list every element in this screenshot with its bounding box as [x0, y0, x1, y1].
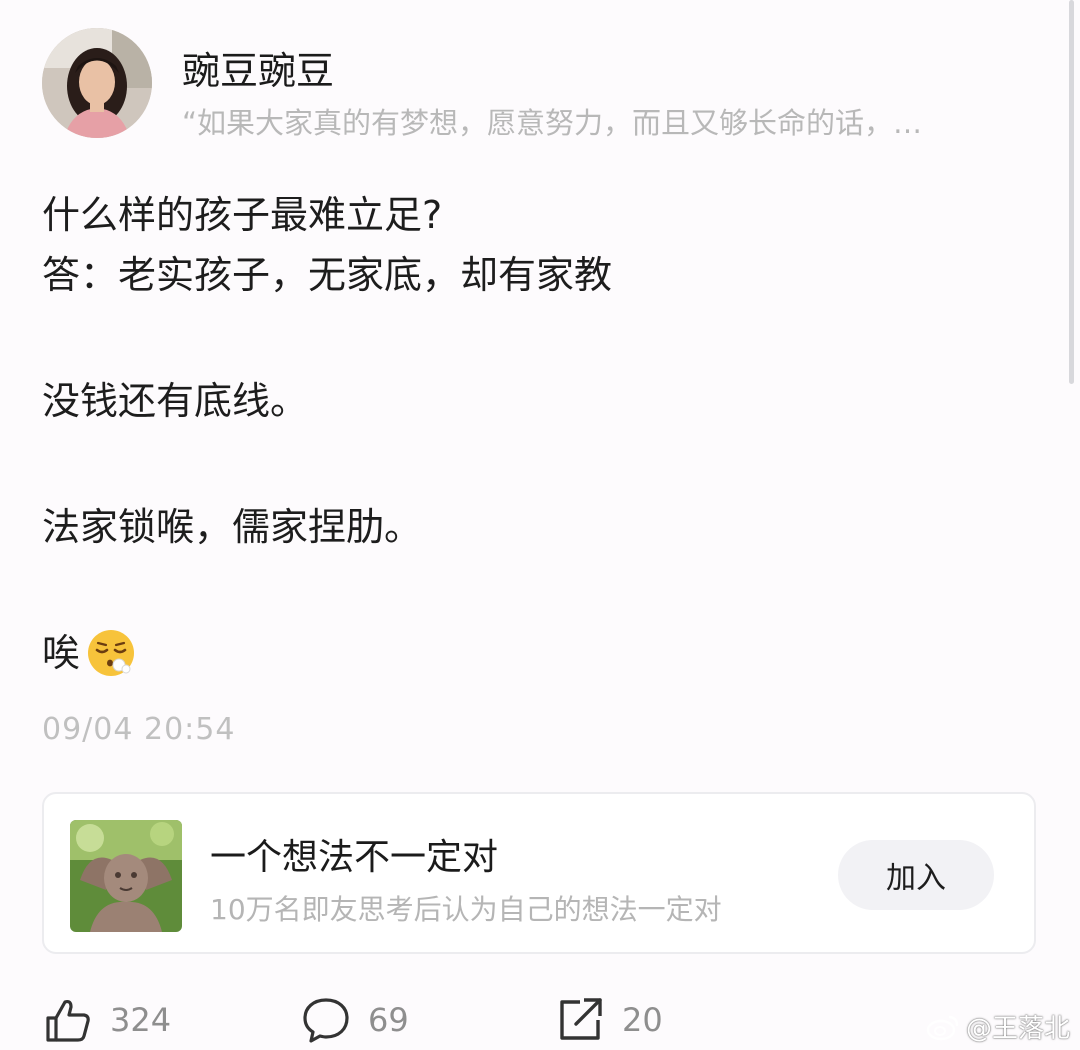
avatar-photo — [42, 28, 152, 138]
comment-icon — [303, 998, 349, 1043]
author-name[interactable]: 豌豆豌豆 — [182, 40, 334, 95]
share-button[interactable]: 20 — [554, 990, 663, 1050]
avatar[interactable] — [42, 28, 152, 138]
circle-title: 一个想法不一定对 — [210, 837, 499, 878]
post-line: 法家锁喉，儒家捏肋。 — [42, 505, 423, 549]
like-button[interactable]: 324 — [42, 990, 171, 1050]
circle-card[interactable]: 一个想法不一定对 10万名即友思考后认为自己的想法一定对 加入 — [42, 792, 1036, 954]
like-count: 324 — [110, 1001, 172, 1039]
sigh-face-icon — [86, 628, 136, 678]
comment-count: 69 — [368, 1001, 409, 1039]
share-count: 20 — [622, 1001, 663, 1039]
share-icon — [560, 998, 602, 1040]
scrollbar[interactable] — [1069, 0, 1074, 384]
watermark-text: @王落北 — [965, 1014, 1070, 1044]
post-line: 唉 — [42, 623, 1022, 683]
thumbs-up-icon — [46, 999, 90, 1042]
post-timestamp: 09/04 20:54 — [42, 712, 236, 747]
post-line: 什么样的孩子最难立足? — [42, 193, 443, 237]
weibo-icon — [926, 1015, 959, 1040]
post-line: 没钱还有底线。 — [42, 379, 309, 423]
circle-description: 10万名即友思考后认为自己的想法一定对 — [210, 893, 722, 926]
watermark: @王落北 — [926, 1008, 1070, 1045]
post-content: 什么样的孩子最难立足? 答：老实孩子，无家底，却有家教 没钱还有底线。 法家锁喉… — [42, 185, 1022, 683]
post-header: 豌豆豌豆 “如果大家真的有梦想，愿意努力，而且又够长命的话，… — [42, 28, 1042, 140]
post-line-text: 唉 — [42, 631, 81, 675]
circle-thumbnail — [70, 820, 182, 932]
post-line: 答：老实孩子，无家底，却有家教 — [42, 253, 613, 297]
join-button[interactable]: 加入 — [838, 840, 994, 910]
author-signature: “如果大家真的有梦想，愿意努力，而且又够长命的话，… — [182, 106, 923, 140]
comment-button[interactable]: 69 — [300, 990, 409, 1050]
action-bar: 324 69 20 — [42, 990, 1042, 1050]
